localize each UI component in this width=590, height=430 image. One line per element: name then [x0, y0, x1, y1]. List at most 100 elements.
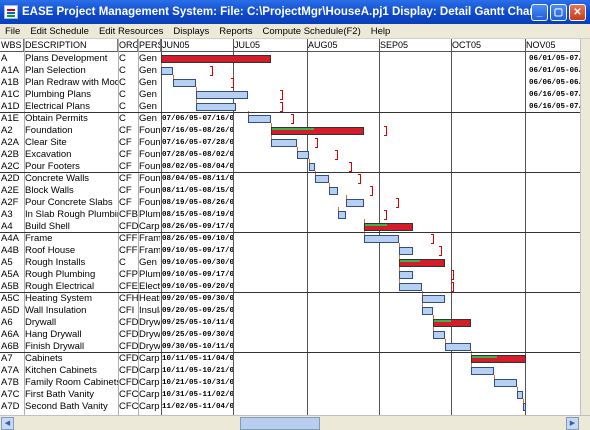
group-separator	[0, 232, 580, 233]
app-icon	[4, 5, 18, 19]
task-row[interactable]: APlans DevelopmentCGen C06/01/05-07/16/0…	[0, 53, 590, 65]
task-bar[interactable]	[494, 379, 518, 387]
dependency-link	[346, 195, 348, 199]
task-bar[interactable]	[398, 283, 422, 291]
org-cell: CFD	[119, 317, 138, 328]
task-row[interactable]: A4AFrameCFFFrame08/26/05-09/10/05	[0, 231, 580, 245]
date-range-label: 09/25/05-09/30/05	[162, 331, 233, 339]
task-row[interactable]: A2E Block Walls CF Found08/11/05-08/15/05	[0, 183, 580, 197]
org-cell: CF	[119, 197, 132, 208]
date-range-label: 09/10/05-09/30/05	[162, 259, 233, 267]
task-row[interactable]: A1APlan SelectionCGen C06/01/05-06/06/05	[0, 63, 590, 77]
pers-cell: Carpe	[139, 353, 160, 364]
float-bracket	[384, 126, 388, 136]
scroll-right-arrow-icon[interactable]: ▶	[566, 417, 579, 430]
task-bar[interactable]	[445, 343, 472, 351]
menu-compute-schedule[interactable]: Compute Schedule(F2)	[258, 26, 366, 37]
wbs-cell: A2F	[1, 197, 19, 208]
task-bar[interactable]	[195, 91, 248, 99]
description-cell: Drywall	[25, 317, 57, 328]
menu-bar: File Edit Schedule Edit Resources Displa…	[0, 24, 590, 39]
task-row[interactable]: A2F Pour Concrete Slabs CF Found08/19/05-08…	[0, 195, 580, 209]
task-bar[interactable]	[297, 151, 309, 159]
critical-task-bar[interactable]	[161, 55, 272, 63]
task-row[interactable]: A7A Kitchen Cabinets CFDCarpe10/11/05-10/2…	[0, 363, 580, 377]
dependency-link	[329, 183, 331, 187]
horizontal-scrollbar[interactable]: ◀ ▶	[0, 415, 590, 430]
menu-displays[interactable]: Displays	[168, 26, 214, 37]
wbs-cell: A7C	[1, 389, 20, 400]
task-row[interactable]: A5 Rough Installs C Gen C09/10/05-09/30/05	[0, 255, 580, 269]
task-bar[interactable]	[523, 403, 527, 411]
task-row[interactable]: A3 In Slab Rough PlumbingCFBPlumb08/15/05…	[0, 207, 580, 221]
wbs-cell: A7	[1, 353, 13, 364]
task-row[interactable]: A2B Excavation CF Found07/28/05-08/02/05	[0, 147, 580, 161]
task-row[interactable]: A7B Family Room CabinetsCFDCarpe10/21/05-…	[0, 375, 580, 389]
task-bar[interactable]	[363, 235, 399, 243]
task-bar[interactable]	[247, 115, 272, 123]
menu-reports[interactable]: Reports	[214, 26, 257, 37]
task-row[interactable]: A4B Roof House CFFFrame09/10/05-09/17/05	[0, 243, 580, 257]
task-bar[interactable]	[271, 139, 298, 147]
title-bar: EASE Project Management System: File: C:…	[0, 0, 590, 24]
task-row[interactable]: A7D Second Bath Vanity CFCCarpe11/02/05-11…	[0, 399, 580, 413]
task-bar[interactable]	[398, 271, 414, 279]
task-row[interactable]: A7 Cabinets CFDCarpe10/11/05-11/04/05	[0, 351, 580, 365]
task-bar[interactable]	[433, 331, 445, 339]
minimize-button[interactable]: _	[531, 3, 548, 21]
task-bar[interactable]	[337, 211, 347, 219]
task-row[interactable]: A1CPlumbing PlansCGen C06/16/05-07/06/05	[0, 87, 590, 101]
task-row[interactable]: A7C First Bath Vanity CFCCarpe10/31/05-11/…	[0, 387, 580, 401]
task-bar[interactable]	[195, 103, 237, 111]
description-cell: Excavation	[25, 149, 72, 160]
task-bar[interactable]	[398, 247, 414, 255]
org-cell: C	[119, 89, 126, 100]
task-bar[interactable]	[308, 163, 315, 171]
date-range-label: 10/21/05-10/31/05	[162, 379, 233, 387]
date-range-label: 08/19/05-08/26/05	[162, 199, 233, 207]
task-row[interactable]: A1E Obtain Permits C Gen C07/06/05-07/16/05	[0, 111, 580, 125]
task-row[interactable]: A1BPlan Redraw with ModificatCGen C06/06…	[0, 75, 590, 89]
pers-cell: Found	[139, 149, 160, 160]
description-cell: Plan Redraw with Modificat	[25, 77, 118, 88]
menu-help[interactable]: Help	[366, 26, 396, 37]
description-cell: Obtain Permits	[25, 113, 88, 124]
menu-edit-resources[interactable]: Edit Resources	[94, 26, 168, 37]
menu-edit-schedule[interactable]: Edit Schedule	[25, 26, 94, 37]
maximize-button[interactable]: ▢	[550, 3, 567, 21]
task-bar[interactable]	[314, 175, 330, 183]
task-row[interactable]: A2A Clear Site CF Found07/16/05-07/28/05	[0, 135, 580, 149]
close-button[interactable]: ✕	[569, 3, 586, 21]
task-bar[interactable]	[346, 199, 364, 207]
task-row[interactable]: A5C Heating System CFHHeatin09/20/05-09/30…	[0, 291, 580, 305]
task-bar[interactable]	[517, 391, 524, 399]
header-wbs[interactable]: WBS	[0, 39, 24, 52]
header-pers[interactable]: PERS	[138, 39, 161, 52]
task-row[interactable]: A6A Hang Drywall CFDDrywa09/25/05-09/30/05	[0, 327, 580, 341]
task-bar[interactable]	[161, 67, 173, 75]
task-bar[interactable]	[421, 295, 445, 303]
task-bar[interactable]	[421, 307, 434, 315]
header-description[interactable]: DESCRIPTION	[24, 39, 118, 52]
task-row[interactable]: A2 Foundation CF Found07/16/05-08/26/05	[0, 123, 580, 137]
wbs-cell: A7B	[1, 377, 19, 388]
dependency-link	[308, 159, 310, 163]
float-bracket	[230, 78, 234, 88]
header-month-sep: SEP05	[379, 39, 451, 52]
task-bar[interactable]	[329, 187, 338, 195]
vertical-scrollbar[interactable]	[580, 39, 590, 415]
task-row[interactable]: A5D Wall Insulation CFI Insula09/20/05-09/2…	[0, 303, 580, 317]
scroll-left-arrow-icon[interactable]: ◀	[1, 417, 14, 430]
task-bar[interactable]	[172, 79, 196, 87]
header-org[interactable]: ORG	[118, 39, 138, 52]
date-range-label: 11/02/05-11/04/05	[162, 403, 233, 411]
task-row[interactable]: A6 Drywall CFDDrywa09/25/05-10/11/05	[0, 315, 580, 329]
task-row[interactable]: A2D Concrete Walls CF Found08/04/05-08/11/0…	[0, 171, 580, 185]
pers-cell: Frame	[139, 233, 160, 244]
pers-cell: Found	[139, 185, 160, 196]
menu-file[interactable]: File	[0, 26, 25, 37]
task-row[interactable]: A5A Rough Plumbing CFPPlumb09/10/05-09/17/…	[0, 267, 580, 281]
task-bar[interactable]	[471, 367, 495, 375]
scroll-thumb[interactable]	[240, 417, 320, 430]
description-cell: Family Room Cabinets	[25, 377, 118, 388]
